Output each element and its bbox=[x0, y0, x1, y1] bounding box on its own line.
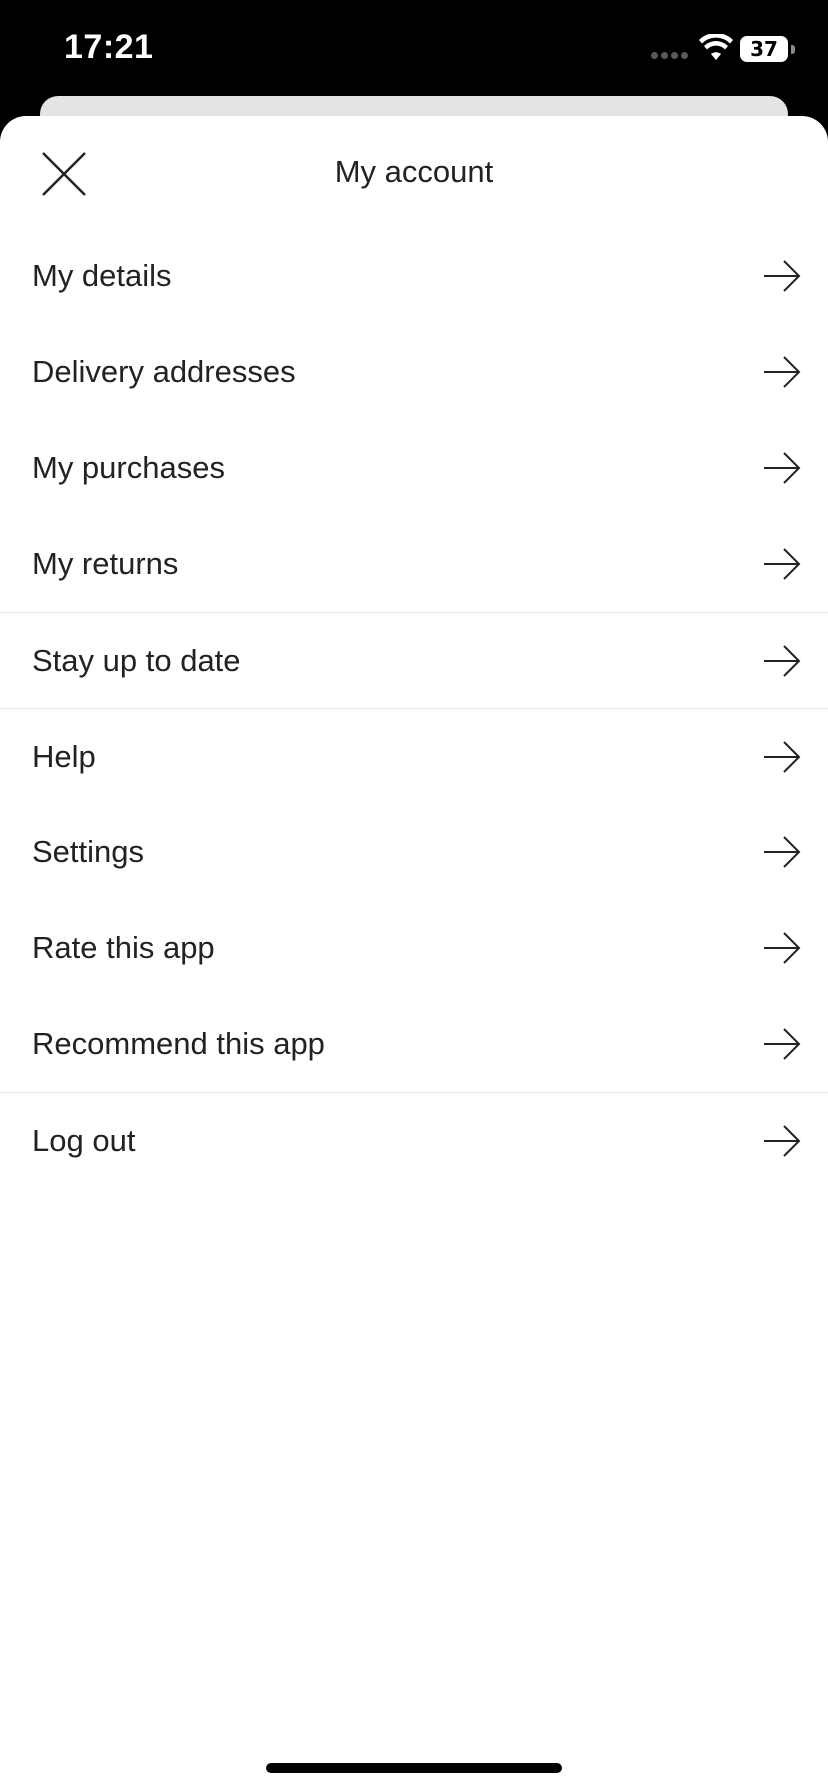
arrow-right-icon bbox=[764, 932, 801, 964]
menu-item-stay-up-to-date[interactable]: Stay up to date bbox=[0, 612, 828, 708]
account-menu: My details Delivery addresses My purchas… bbox=[0, 228, 828, 1188]
arrow-right-icon bbox=[764, 1028, 801, 1060]
menu-item-my-details[interactable]: My details bbox=[0, 228, 828, 324]
arrow-right-icon bbox=[764, 1124, 801, 1157]
menu-item-label: Rate this app bbox=[32, 930, 215, 965]
screen: 17:21 37 My account My details Delivery … bbox=[0, 0, 828, 1792]
battery-icon: 37 bbox=[740, 36, 788, 62]
menu-item-label: My details bbox=[32, 258, 172, 293]
arrow-right-icon bbox=[764, 356, 801, 388]
home-indicator[interactable] bbox=[266, 1763, 562, 1773]
menu-item-help[interactable]: Help bbox=[0, 708, 828, 804]
menu-item-log-out[interactable]: Log out bbox=[0, 1092, 828, 1188]
menu-item-recommend-this-app[interactable]: Recommend this app bbox=[0, 996, 828, 1092]
status-time: 17:21 bbox=[64, 28, 154, 66]
menu-item-label: Help bbox=[32, 738, 96, 774]
page-title: My account bbox=[334, 154, 494, 189]
arrow-right-icon bbox=[764, 548, 801, 580]
menu-item-label: Delivery addresses bbox=[32, 354, 296, 389]
arrow-right-icon bbox=[764, 452, 801, 484]
status-bar: 17:21 37 bbox=[0, 0, 828, 100]
arrow-right-icon bbox=[764, 836, 801, 868]
battery-cap bbox=[791, 45, 795, 54]
battery-level: 37 bbox=[750, 37, 778, 61]
menu-item-label: My returns bbox=[32, 546, 179, 581]
arrow-right-icon bbox=[764, 260, 801, 292]
menu-item-my-returns[interactable]: My returns bbox=[0, 516, 828, 612]
menu-item-label: Recommend this app bbox=[32, 1026, 325, 1061]
menu-item-my-purchases[interactable]: My purchases bbox=[0, 420, 828, 516]
menu-item-label: Stay up to date bbox=[32, 642, 241, 678]
arrow-right-icon bbox=[764, 644, 801, 677]
menu-item-label: Log out bbox=[32, 1122, 136, 1158]
menu-item-delivery-addresses[interactable]: Delivery addresses bbox=[0, 324, 828, 420]
wifi-icon bbox=[699, 34, 733, 60]
menu-item-label: Settings bbox=[32, 834, 145, 869]
cellular-signal-icon bbox=[651, 52, 688, 59]
menu-item-settings[interactable]: Settings bbox=[0, 804, 828, 900]
arrow-right-icon bbox=[764, 740, 801, 773]
menu-item-label: My purchases bbox=[32, 450, 225, 485]
sheet-header: My account bbox=[0, 116, 828, 228]
menu-item-rate-this-app[interactable]: Rate this app bbox=[0, 900, 828, 996]
